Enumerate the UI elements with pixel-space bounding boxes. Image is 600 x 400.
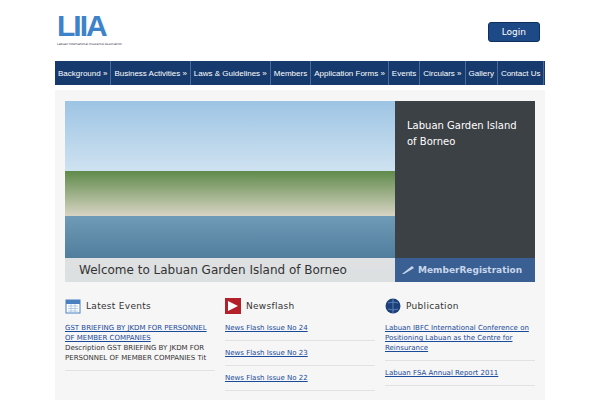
nav-item[interactable]: Events (389, 61, 420, 85)
nav-item[interactable]: Background » (55, 61, 111, 85)
logo-subtitle: Labuan International Insurance Associati… (57, 42, 129, 46)
login-button[interactable]: Login (488, 22, 540, 42)
entry-link[interactable]: Labuan FSA Annual Report 2011 (385, 368, 535, 378)
info-column: Newsflash News Flash Issue No 24 News Fl… (225, 298, 375, 395)
globe-icon (385, 298, 401, 314)
column-title: Newsflash (246, 301, 295, 311)
nav-item[interactable]: Business Activities » (111, 61, 190, 85)
column-entry: News Flash Issue No 23 (225, 345, 375, 366)
column-entry: GST BRIEFING BY JKDM FOR PERSONNEL OF ME… (65, 320, 215, 371)
slider-photo: Welcome to Labuan Garden Island of Borne… (65, 101, 395, 282)
page: LIIA Labuan International Insurance Asso… (55, 0, 545, 400)
entry-description: Description GST BRIEFING BY JKDM FOR PER… (65, 343, 215, 363)
slider: Welcome to Labuan Garden Island of Borne… (65, 101, 535, 282)
nav-item[interactable]: Application Forms » (311, 61, 389, 85)
nav-item[interactable]: Laws & Guidelines » (191, 61, 271, 85)
logo-mark: LIIA (57, 10, 129, 42)
nav-item[interactable]: Members (271, 61, 311, 85)
column-title: Latest Events (86, 301, 151, 311)
slider-side-panel: Labuan Garden Island of Borneo MemberReg… (395, 101, 535, 282)
content-panel: Welcome to Labuan Garden Island of Borne… (55, 90, 545, 400)
nav-bar: Background »Business Activities »Laws & … (55, 61, 545, 85)
info-columns: Latest Events GST BRIEFING BY JKDM FOR P… (65, 298, 535, 395)
nav-item[interactable]: Contact Us (498, 61, 545, 85)
column-header: Latest Events (65, 298, 215, 314)
member-registration-button[interactable]: MemberRegistration (395, 258, 535, 282)
nav-item[interactable]: Circulars » (420, 61, 465, 85)
nav-item[interactable]: Gallery (466, 61, 498, 85)
column-entry: Labuan FSA Annual Report 2011 (385, 365, 535, 386)
info-column: Publication Labuan IBFC International Co… (385, 298, 535, 395)
entry-link[interactable]: Labuan IBFC International Conference on … (385, 323, 535, 353)
entry-link[interactable]: News Flash Issue No 22 (225, 373, 375, 383)
slider-caption: Welcome to Labuan Garden Island of Borne… (65, 258, 395, 282)
column-header: Publication (385, 298, 535, 314)
slider-side-title: Labuan Garden Island of Borneo (395, 101, 535, 167)
pen-icon (401, 265, 415, 275)
newsflash-icon (225, 298, 241, 314)
entry-link[interactable]: News Flash Issue No 23 (225, 348, 375, 358)
header: LIIA Labuan International Insurance Asso… (55, 0, 545, 61)
calendar-icon (65, 298, 81, 314)
logo[interactable]: LIIA Labuan International Insurance Asso… (57, 10, 129, 46)
column-entry: Labuan IBFC International Conference on … (385, 320, 535, 361)
info-column: Latest Events GST BRIEFING BY JKDM FOR P… (65, 298, 215, 395)
entry-link[interactable]: News Flash Issue No 24 (225, 323, 375, 333)
column-header: Newsflash (225, 298, 375, 314)
column-entry: News Flash Issue No 24 (225, 320, 375, 341)
column-title: Publication (406, 301, 459, 311)
member-registration-label: MemberRegistration (418, 265, 522, 275)
column-entry: News Flash Issue No 22 (225, 370, 375, 391)
entry-link[interactable]: GST BRIEFING BY JKDM FOR PERSONNEL OF ME… (65, 323, 215, 343)
